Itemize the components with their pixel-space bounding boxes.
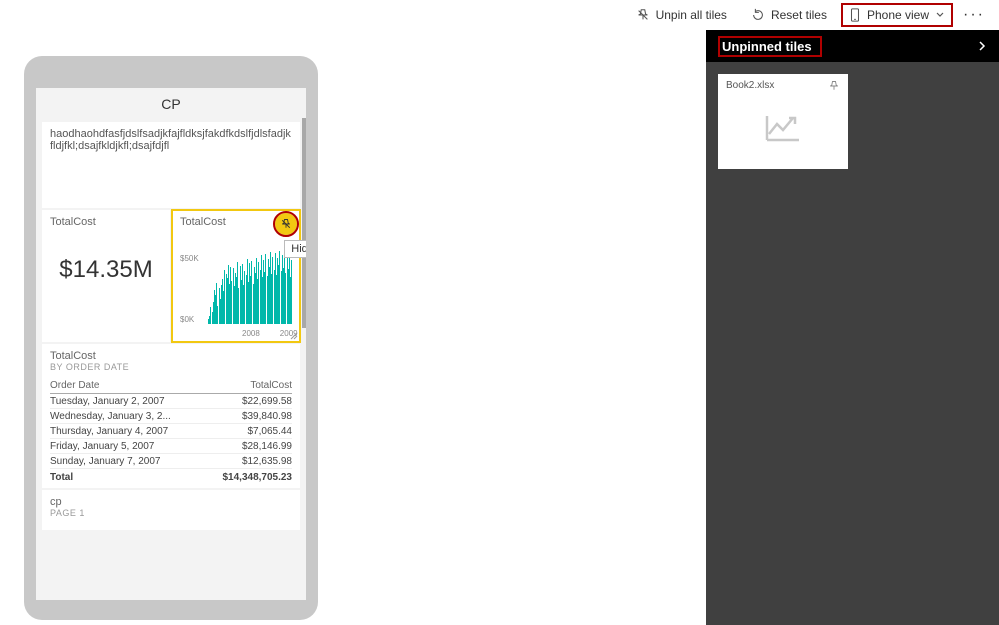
- line-chart-icon: [718, 112, 848, 144]
- panel-title: Unpinned tiles: [718, 36, 822, 57]
- reset-tiles-button[interactable]: Reset tiles: [741, 2, 837, 28]
- unpin-handle-icon: [280, 218, 292, 230]
- col-order-date: Order Date: [50, 378, 204, 394]
- unpinned-tile-title: Book2.xlsx: [726, 80, 774, 91]
- hide-tile-tooltip: Hide tile: [284, 240, 306, 258]
- text-tile-content: haodhaohdfasfjdslfsadjkfajfldksjfakdfkds…: [50, 128, 291, 152]
- reset-icon: [751, 8, 765, 22]
- phone-icon: [849, 8, 861, 22]
- chevron-right-icon[interactable]: [977, 40, 987, 52]
- resize-handle-icon[interactable]: [290, 332, 298, 340]
- unpin-all-button[interactable]: Unpin all tiles: [626, 2, 737, 28]
- col-total-cost: TotalCost: [204, 378, 292, 394]
- chevron-down-icon: [935, 10, 945, 20]
- reset-tiles-label: Reset tiles: [771, 8, 827, 22]
- pin-icon[interactable]: [828, 80, 840, 95]
- page-tile[interactable]: cp PAGE 1: [42, 490, 300, 530]
- page-tile-title: cp: [50, 496, 292, 508]
- table-row: Sunday, January 7, 2007$12,635.98: [50, 454, 292, 469]
- mini-bar-chart: $50K $0K: [180, 250, 292, 324]
- scrollbar-thumb[interactable]: [302, 118, 306, 328]
- more-options-button[interactable]: ···: [957, 6, 991, 24]
- y-axis-bottom: $0K: [180, 315, 194, 324]
- table-row: Friday, January 5, 2007$28,146.99: [50, 439, 292, 454]
- phone-view-label: Phone view: [867, 8, 929, 22]
- kpi-value: $14.35M: [50, 256, 162, 284]
- panel-header: Unpinned tiles: [706, 30, 999, 62]
- top-toolbar: Unpin all tiles Reset tiles Phone view ·…: [626, 0, 999, 30]
- unpin-icon: [636, 8, 650, 22]
- x-tick: 2008: [242, 329, 260, 338]
- kpi-tile[interactable]: TotalCost $14.35M: [42, 210, 170, 342]
- page-tile-sub: PAGE 1: [50, 508, 292, 518]
- phone-screen: CP haodhaohdfasfjdslfsadjkfajfldksjfakdf…: [36, 88, 306, 600]
- data-table: Order Date TotalCost Tuesday, January 2,…: [50, 378, 292, 485]
- phone-view-button[interactable]: Phone view: [841, 3, 953, 27]
- phone-frame: CP haodhaohdfasfjdslfsadjkfajfldksjfakdf…: [24, 56, 318, 620]
- table-row: Wednesday, January 3, 2...$39,840.98: [50, 409, 292, 424]
- text-tile[interactable]: haodhaohdfasfjdslfsadjkfajfldksjfakdfkds…: [42, 122, 300, 208]
- unpinned-tiles-panel: Unpinned tiles Book2.xlsx: [706, 30, 999, 625]
- table-row: Tuesday, January 2, 2007$22,699.58: [50, 394, 292, 409]
- table-tile[interactable]: TotalCost BY ORDER DATE Order Date Total…: [42, 344, 300, 488]
- hide-tile-button[interactable]: [275, 213, 297, 235]
- table-total-row: Total$14,348,705.23: [50, 469, 292, 485]
- table-title: TotalCost: [50, 350, 292, 362]
- dashboard-title: CP: [36, 88, 306, 120]
- kpi-label: TotalCost: [50, 216, 162, 228]
- y-axis-top: $50K: [180, 254, 199, 263]
- chart-tile[interactable]: TotalCost Hide tile $50K $0K 2008 2009: [172, 210, 300, 342]
- unpinned-tile-card[interactable]: Book2.xlsx: [718, 74, 848, 169]
- table-subtitle: BY ORDER DATE: [50, 362, 292, 372]
- unpin-all-label: Unpin all tiles: [656, 8, 727, 22]
- table-row: Thursday, January 4, 2007$7,065.44: [50, 424, 292, 439]
